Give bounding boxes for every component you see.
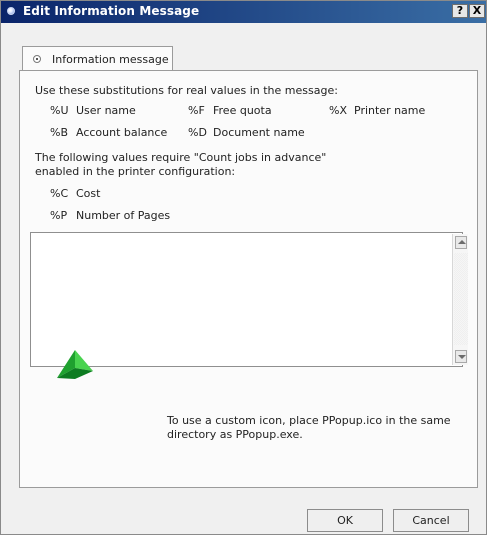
count-jobs-note-line2: enabled in the printer configuration:	[35, 165, 236, 178]
radio-icon	[33, 55, 41, 63]
edit-information-message-window: Edit Information Message ? X Information…	[0, 0, 487, 535]
sub-label-printer: Printer name	[354, 104, 426, 117]
sub-code-cost: %C	[50, 187, 69, 200]
custom-icon-hint-line2: directory as PPopup.exe.	[167, 428, 303, 441]
information-message-panel: Use these substitutions for real values …	[19, 70, 478, 488]
vertical-scrollbar[interactable]	[452, 234, 468, 365]
sub-code-document: %D	[188, 126, 207, 139]
sub-code-user: %U	[50, 104, 69, 117]
scroll-down-arrow-icon[interactable]	[455, 350, 467, 363]
sub-code-pages: %P	[50, 209, 68, 222]
cancel-button[interactable]: Cancel	[393, 509, 469, 532]
tab-label: Information message	[52, 53, 169, 66]
sub-label-user: User name	[76, 104, 136, 117]
sub-code-printer: %X	[329, 104, 347, 117]
scrollbar-track[interactable]	[454, 253, 468, 345]
window-app-icon	[7, 7, 15, 15]
scroll-up-arrow-icon[interactable]	[455, 236, 467, 249]
substitutions-intro: Use these substitutions for real values …	[35, 84, 338, 97]
message-textarea[interactable]	[30, 232, 468, 367]
help-button[interactable]: ?	[452, 4, 468, 18]
count-jobs-note-line1: The following values require "Count jobs…	[35, 151, 327, 164]
sub-label-quota: Free quota	[213, 104, 272, 117]
sub-code-quota: %F	[188, 104, 205, 117]
title-bar: Edit Information Message ? X	[1, 1, 486, 23]
green-pyramid-icon	[57, 350, 93, 379]
sub-label-document: Document name	[213, 126, 305, 139]
tab-information-message[interactable]: Information message	[22, 46, 173, 71]
sub-label-pages: Number of Pages	[76, 209, 171, 222]
sub-label-balance: Account balance	[76, 126, 168, 139]
window-title: Edit Information Message	[23, 4, 200, 18]
sub-code-balance: %B	[50, 126, 68, 139]
sub-label-cost: Cost	[76, 187, 101, 200]
close-button[interactable]: X	[469, 4, 485, 18]
custom-icon-hint-line1: To use a custom icon, place PPopup.ico i…	[167, 414, 451, 427]
ok-button[interactable]: OK	[307, 509, 383, 532]
